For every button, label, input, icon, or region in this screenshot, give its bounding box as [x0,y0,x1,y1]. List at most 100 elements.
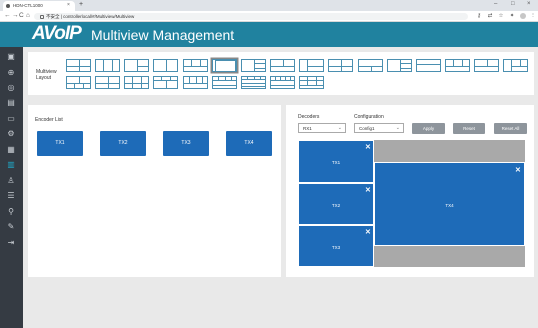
profile-avatar-icon[interactable] [520,13,526,19]
layout-cell [253,67,265,71]
forward-button[interactable]: → [12,12,19,19]
reload-button[interactable]: C [19,12,24,19]
layout-option[interactable] [124,59,149,72]
layout-option[interactable] [241,76,266,89]
layout-option[interactable] [416,59,441,72]
window-tx1[interactable]: TX1 ✕ [298,140,374,183]
layout-option[interactable] [153,59,178,72]
layout-cell [271,65,294,71]
sidebar-logout-icon[interactable]: ⇥ [6,238,16,248]
sidebar-document-icon[interactable]: ☰ [6,191,16,201]
sidebar-tools-icon[interactable]: ⚲ [6,207,16,217]
layout-cell [242,60,255,71]
sidebar-devices-icon[interactable]: ◎ [6,83,16,93]
layout-option[interactable] [66,76,91,89]
sidebar-matrix-icon[interactable]: ▤ [6,98,16,108]
layout-cell [67,65,80,71]
sidebar-videowall-icon[interactable]: ▦ [6,145,16,155]
translate-icon[interactable]: ⇄ [487,13,493,19]
menu-icon[interactable]: ⋮ [530,13,536,19]
close-icon[interactable]: ✕ [365,229,371,236]
extensions-icon[interactable]: ✦ [509,13,515,19]
layout-option[interactable] [124,76,149,89]
layout-option[interactable] [387,59,412,72]
layout-cell [213,84,236,88]
url-field[interactable]: 不安全 | controllerlocal/#/Multiview/Multiv… [34,13,468,20]
layout-option[interactable] [299,59,324,72]
decoder-select-value: RX1 [303,126,312,131]
close-icon[interactable]: ✕ [365,144,371,151]
layout-panel: Multiview Layout [28,52,534,95]
key-icon[interactable]: ⚷ [476,13,482,19]
reset-button[interactable]: Reset [453,123,485,134]
encoder-tx1[interactable]: TX1 [37,131,83,156]
layout-option[interactable] [270,76,295,89]
layout-label: Multiview Layout [36,69,57,81]
layout-option[interactable] [474,59,499,72]
layout-option[interactable] [95,59,120,72]
minimize-button[interactable]: – [494,1,497,7]
sidebar-user-icon[interactable]: ♙ [6,176,16,186]
apply-button[interactable]: Apply [412,123,445,134]
window-tx2[interactable]: TX2 ✕ [298,183,374,225]
sidebar-settings-icon[interactable]: ⚙ [6,129,16,139]
sidebar-dashboard-icon[interactable]: ▣ [6,52,16,62]
encoder-tx2[interactable]: TX2 [100,131,146,156]
layout-cell [184,65,207,71]
layout-option[interactable] [95,76,120,89]
layout-cell [154,60,167,71]
chevron-down-icon: ⌄ [395,125,400,131]
new-tab-button[interactable]: + [79,1,83,8]
close-icon[interactable]: ✕ [365,187,371,194]
layout-option[interactable] [183,76,208,89]
close-icon[interactable]: ✕ [515,167,521,174]
layout-cell [307,65,323,71]
window-tx3[interactable]: TX3 ✕ [298,225,374,267]
browser-tab[interactable]: HDN-CTL1000 × [3,1,75,11]
window-label: TX4 [445,203,454,208]
layout-option[interactable] [358,59,383,72]
tab-close-icon[interactable]: × [67,2,70,8]
decoder-select[interactable]: RX1 ⌄ [298,123,346,133]
layout-option[interactable] [270,59,295,72]
layout-cell [107,82,119,88]
layout-option[interactable] [445,59,470,72]
layout-option[interactable] [241,59,266,72]
sidebar-multiview-icon[interactable]: ▥ [6,160,16,170]
layout-cell [140,82,148,88]
layout-cell [370,65,382,71]
encoder-tx4[interactable]: TX4 [226,131,272,156]
encoder-list-title: Encoder List [35,117,63,123]
sidebar-wrench-icon[interactable]: ✎ [6,222,16,232]
layout-option[interactable] [212,59,237,72]
layout-cell [154,80,167,88]
app-header: AVoIP Multiview Management [0,22,538,47]
layout-cell [78,65,90,71]
layout-cell [165,80,177,88]
reset-all-button[interactable]: Reset All [494,123,527,134]
layout-option[interactable] [153,76,178,89]
star-icon[interactable]: ☆ [498,13,504,19]
sidebar-display-icon[interactable]: ▭ [6,114,16,124]
layout-option[interactable] [183,59,208,72]
sidebar-add-icon[interactable]: ⊕ [6,68,16,78]
encoder-panel: Encoder List TX1 TX2 TX3 TX4 [28,105,281,277]
layout-option[interactable] [503,59,528,72]
layout-cell [184,82,207,88]
layout-option[interactable] [299,76,324,89]
window-label: TX1 [331,160,341,165]
window-label: TX2 [331,203,341,208]
window-close-button[interactable]: × [527,1,531,7]
back-button[interactable]: ← [4,12,11,19]
layout-option[interactable] [212,76,237,89]
encoder-tx3[interactable]: TX3 [163,131,209,156]
layout-option[interactable] [328,59,353,72]
configuration-select[interactable]: Config1 ⌄ [354,123,404,133]
browser-address-bar: ← → C ⌂ 不安全 | controllerlocal/#/Multivie… [0,11,538,22]
window-tx4[interactable]: TX4 ✕ [374,162,525,246]
maximize-button[interactable]: □ [511,1,515,7]
layout-option[interactable] [66,59,91,72]
home-button[interactable]: ⌂ [26,12,30,19]
app-logo: AVoIP [32,23,82,44]
browser-tab-bar: HDN-CTL1000 × + – □ × [0,0,538,11]
